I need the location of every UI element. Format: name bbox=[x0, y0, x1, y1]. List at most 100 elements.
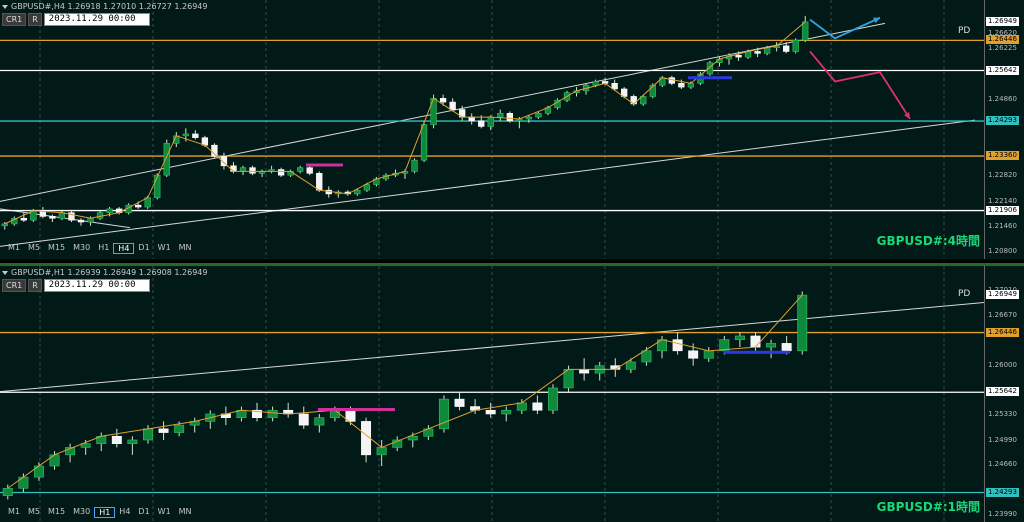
price-tick: 1.20800 bbox=[988, 247, 1017, 255]
candle-body bbox=[249, 167, 256, 174]
candle-body bbox=[659, 77, 666, 86]
date-input[interactable]: 2023.11.29 00:00 bbox=[43, 279, 150, 292]
candle-body bbox=[411, 159, 418, 172]
h1-chart-canvas[interactable] bbox=[0, 266, 984, 522]
candle-body bbox=[106, 208, 113, 213]
candle-body bbox=[478, 120, 485, 127]
h1-timeframe-bar: M1 M5 M15 M30 H1 H4 D1 W1 MN bbox=[4, 507, 196, 518]
level-price-tag: 1.24293 bbox=[986, 116, 1019, 126]
h4-symbol-label: GBPUSD#:4時間 bbox=[876, 234, 980, 248]
price-tick: 1.21460 bbox=[988, 222, 1017, 231]
h1-symbol-label: GBPUSD#:1時間 bbox=[876, 500, 980, 514]
candle-body bbox=[485, 409, 496, 415]
timeframe-m30[interactable]: M30 bbox=[69, 243, 94, 254]
candle-body bbox=[158, 428, 169, 433]
candle-body bbox=[497, 113, 504, 118]
timeframe-m1[interactable]: M1 bbox=[4, 507, 24, 518]
timeframe-m5[interactable]: M5 bbox=[24, 243, 44, 254]
candle-body bbox=[49, 454, 60, 467]
candle-body bbox=[516, 402, 527, 411]
timeframe-h1[interactable]: H1 bbox=[94, 507, 116, 518]
candle-body bbox=[49, 216, 56, 219]
price-tick: 1.22140 bbox=[988, 196, 1017, 205]
timeframe-h4[interactable]: H4 bbox=[113, 243, 135, 254]
candle-body bbox=[20, 217, 27, 221]
candle-body bbox=[802, 21, 809, 41]
candle-body bbox=[127, 439, 138, 444]
h4-price-axis[interactable]: 1.269491.266201.262251.256421.248601.242… bbox=[984, 0, 1024, 259]
candle-body bbox=[703, 350, 714, 359]
candle-body bbox=[797, 294, 808, 352]
timeframe-d1[interactable]: D1 bbox=[134, 243, 153, 254]
candle-body bbox=[454, 398, 465, 407]
timeframe-w1[interactable]: W1 bbox=[154, 243, 175, 254]
timeframe-h4[interactable]: H4 bbox=[115, 507, 134, 518]
projection-arrow bbox=[809, 50, 911, 120]
candle-body bbox=[688, 350, 699, 359]
r-button[interactable]: R bbox=[28, 13, 42, 26]
candle-body bbox=[211, 144, 218, 157]
timeframe-m1[interactable]: M1 bbox=[4, 243, 24, 254]
timeframe-h1[interactable]: H1 bbox=[94, 243, 113, 254]
level-price-tag: 1.25642 bbox=[986, 387, 1019, 397]
price-tick: 1.26670 bbox=[988, 310, 1017, 319]
timeframe-m15[interactable]: M15 bbox=[44, 507, 69, 518]
candle-body bbox=[750, 335, 761, 348]
h1-price-axis[interactable]: 1.270101.269491.266701.264461.260001.256… bbox=[984, 266, 1024, 522]
collapse-triangle-icon[interactable] bbox=[2, 270, 8, 275]
price-tick: 1.26225 bbox=[988, 43, 1017, 52]
level-price-tag: 1.24293 bbox=[986, 487, 1019, 497]
level-price-tag: 1.26446 bbox=[986, 327, 1019, 337]
level-price-tag: 1.26949 bbox=[986, 16, 1019, 26]
h4-trade-panel: CR1 R 2023.11.29 00:00 bbox=[2, 13, 150, 26]
candle-body bbox=[143, 428, 153, 441]
h4-chart-canvas[interactable] bbox=[0, 0, 984, 259]
candle-body bbox=[668, 77, 675, 84]
candle-body bbox=[306, 167, 313, 174]
collapse-triangle-icon[interactable] bbox=[2, 4, 8, 9]
candle-body bbox=[449, 101, 456, 110]
timeframe-d1[interactable]: D1 bbox=[134, 507, 153, 518]
candle-body bbox=[96, 212, 104, 219]
h1-pd-label: PD bbox=[958, 289, 971, 299]
level-price-tag: 1.21906 bbox=[986, 205, 1019, 215]
candle-body bbox=[277, 169, 285, 176]
h4-chart-pane[interactable]: GBPUSD#,H4 1.26918 1.27010 1.26727 1.269… bbox=[0, 0, 1024, 259]
candle-body bbox=[297, 167, 304, 172]
h4-timeframe-bar: M1 M5 M15 M30 H1 H4 D1 W1 MN bbox=[4, 243, 196, 254]
timeframe-mn[interactable]: MN bbox=[175, 243, 196, 254]
candle-body bbox=[734, 335, 745, 340]
candle-body bbox=[792, 39, 799, 52]
candle-body bbox=[641, 350, 652, 363]
candle-body bbox=[316, 172, 323, 191]
candle-body bbox=[592, 81, 599, 86]
candle-body bbox=[611, 83, 618, 90]
date-input[interactable]: 2023.11.29 00:00 bbox=[43, 13, 150, 26]
candle-body bbox=[672, 339, 683, 352]
candle-body bbox=[678, 83, 685, 88]
candle-body bbox=[579, 369, 590, 374]
candle-body bbox=[1, 223, 8, 227]
candle-body bbox=[230, 165, 237, 172]
h1-chart-pane[interactable]: GBPUSD#,H1 1.26939 1.26949 1.26908 1.269… bbox=[0, 263, 1024, 522]
cr1-button[interactable]: CR1 bbox=[2, 13, 27, 26]
timeframe-w1[interactable]: W1 bbox=[154, 507, 175, 518]
r-button[interactable]: R bbox=[28, 279, 42, 292]
candle-body bbox=[192, 133, 199, 138]
candle-body bbox=[420, 124, 428, 161]
price-tick: 1.24860 bbox=[988, 94, 1017, 103]
price-tick: 1.26000 bbox=[988, 360, 1017, 369]
candle-body bbox=[625, 361, 636, 370]
candle-body bbox=[33, 465, 44, 478]
candle-body bbox=[239, 167, 247, 172]
timeframe-m5[interactable]: M5 bbox=[24, 507, 44, 518]
candle-body bbox=[468, 116, 475, 122]
timeframe-mn[interactable]: MN bbox=[175, 507, 196, 518]
candle-body bbox=[182, 133, 189, 137]
timeframe-m30[interactable]: M30 bbox=[69, 507, 94, 518]
h1-trade-panel: CR1 R 2023.11.29 00:00 bbox=[2, 279, 150, 292]
timeframe-m15[interactable]: M15 bbox=[44, 243, 69, 254]
candle-body bbox=[783, 45, 790, 52]
cr1-button[interactable]: CR1 bbox=[2, 279, 27, 292]
price-tick: 1.25330 bbox=[988, 410, 1017, 419]
